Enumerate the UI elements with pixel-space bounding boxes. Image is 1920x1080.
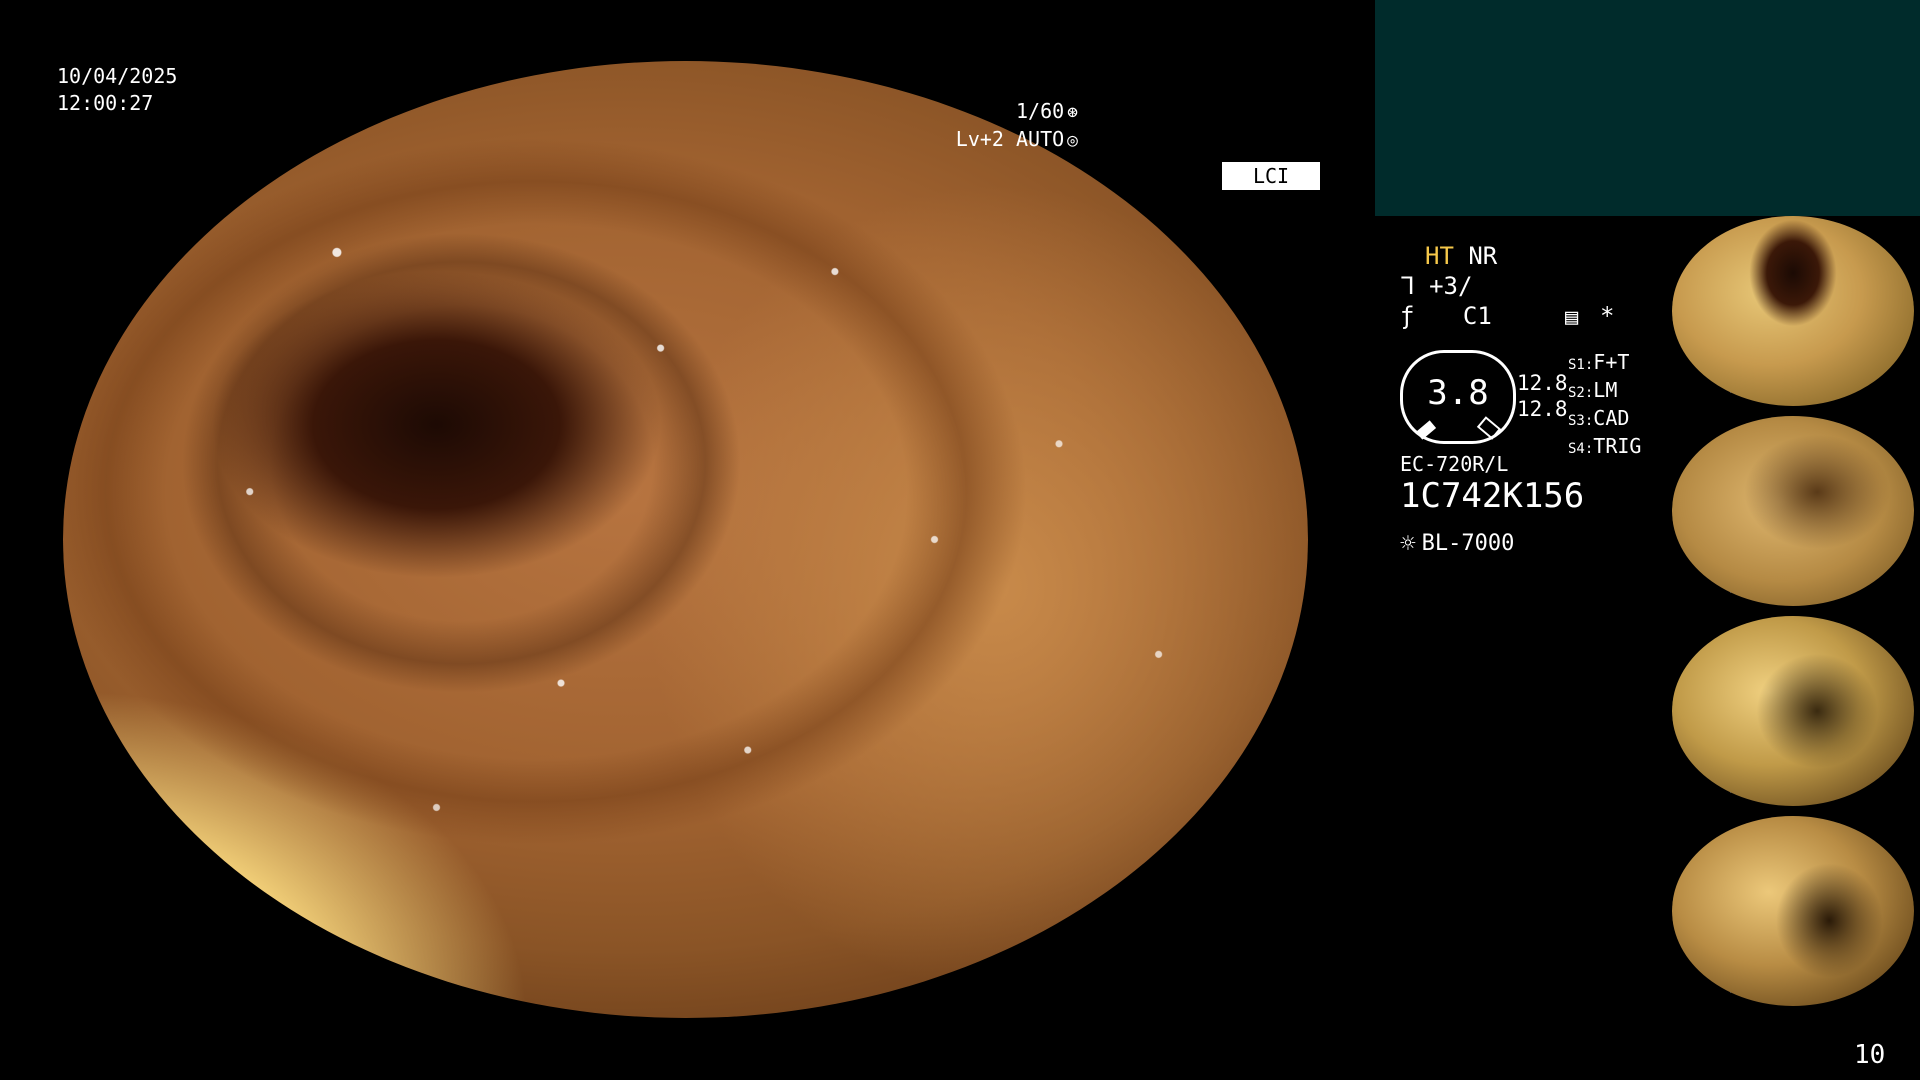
slot-row: S3:CAD [1568,406,1630,430]
color-row: ƒ C1 [1400,302,1492,330]
thumbnail-caption: 1C742K156 [1678,791,1733,802]
iris-icon: ◎ [1067,130,1078,151]
color-value: C1 [1462,302,1492,330]
mode-badge: LCI [1222,162,1320,190]
slot-row: S2:LM [1568,378,1618,402]
light-icon: ☼ [1400,529,1416,559]
page-number: 10 [1854,1040,1886,1070]
gauge-right-marker [1476,416,1502,440]
slot-row: S4:TRIG [1568,434,1642,458]
thumbnail-image [1672,216,1914,406]
thumbnail[interactable]: 1C742K156 [1672,816,1914,1006]
ht-nr-row: HT NR [1425,242,1497,270]
thumbnail[interactable]: 1C742K156 [1672,416,1914,606]
star-marker: * [1600,302,1615,330]
thumbnail-caption: 1C742K156 [1678,991,1733,1002]
enhance-value: +3/ [1429,272,1473,300]
ht-label: HT [1425,242,1454,270]
light-source: ☼ BL-7000 [1400,530,1514,558]
date-text: 10/04/2025 [57,64,178,88]
enhance-icon: ᒣ [1400,272,1415,300]
thumbnail[interactable]: 1C742K156 [1672,616,1914,806]
light-source-text: BL-7000 [1421,531,1515,556]
thumbnail-image [1672,416,1914,606]
level-text: Lv+2 AUTO [955,127,1065,151]
thumbnail[interactable]: 1C742K156 [1672,216,1914,406]
memo-icon: ▤ [1565,305,1579,330]
device-info-panel: HT NR ᒣ +3/ ƒ C1 ▤ * 3.8 12.8 12.8 S1:F+… [1400,240,1680,560]
slot-row: S1:F+T [1568,350,1630,374]
endoscope-view [63,61,1308,1018]
level-readout: Lv+2 AUTO ◎ [956,126,1078,154]
datetime: 10/04/2025 12:00:27 [57,63,177,117]
colon-lumen-image [63,61,1308,1018]
thumbnail-caption: 1C742K156 [1678,391,1733,402]
thumbnail-caption: 1C742K156 [1678,591,1733,602]
shutter-icon: ⊛ [1067,102,1078,123]
thumbnail-image [1672,816,1914,1006]
switch-assignments: S1:F+T S2:LM S3:CAD S4:TRIG [1568,350,1641,462]
zoom-gauge: 3.8 [1400,350,1516,444]
enhance-row: ᒣ +3/ [1400,272,1472,300]
numeric-readout: 12.8 12.8 [1517,370,1568,422]
time-text: 12:00:27 [57,91,154,115]
gauge-left-marker [1415,420,1437,440]
shutter-readout: 1/60 ⊛ [1016,98,1078,126]
color-icon: ƒ [1400,302,1415,330]
thumbnail-image [1672,616,1914,806]
zoom-value: 3.8 [1427,373,1489,413]
readout-2: 12.8 [1517,397,1568,421]
nr-label: NR [1468,242,1498,270]
shutter-text: 1/60 [1015,99,1065,123]
top-info-panel [1375,0,1920,216]
scope-serial: 1C742K156 [1400,476,1585,516]
readout-1: 12.8 [1517,371,1568,395]
